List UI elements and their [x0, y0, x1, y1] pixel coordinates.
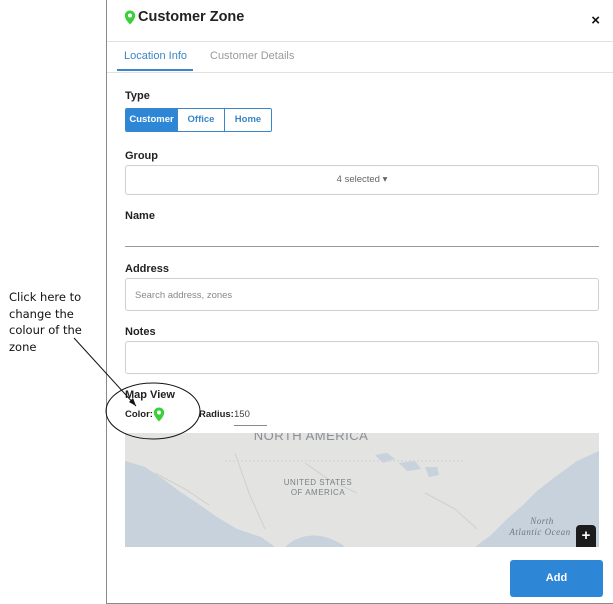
group-select[interactable]: 4 selected ▾: [125, 165, 599, 195]
map-pin-icon: [124, 10, 136, 25]
annotation-line: zone: [9, 339, 37, 354]
tab-location-info[interactable]: Location Info: [124, 50, 187, 62]
annotation-line: colour of the: [9, 323, 82, 337]
name-label: Name: [125, 210, 155, 222]
address-label: Address: [125, 263, 170, 275]
modal-title: Customer Zone: [138, 9, 245, 25]
type-option-customer[interactable]: Customer: [126, 109, 177, 131]
map-view[interactable]: NORTH AMERICA UNITED STATES OF AMERICA N…: [125, 433, 599, 547]
type-segmented-control: Customer Office Home: [125, 108, 272, 132]
type-label: Type: [125, 90, 150, 102]
map-label-country-line: UNITED STATES: [284, 478, 352, 487]
add-button[interactable]: Add: [510, 560, 603, 597]
notes-label: Notes: [125, 326, 156, 338]
customer-zone-modal: Customer Zone × Location Info Customer D…: [106, 0, 613, 604]
address-placeholder: Search address, zones: [135, 290, 233, 301]
map-label-ocean-line: North: [529, 516, 554, 526]
tab-customer-details[interactable]: Customer Details: [210, 50, 294, 62]
group-select-value: 4 selected ▾: [336, 174, 388, 185]
close-button[interactable]: ×: [591, 12, 600, 29]
map-view-label: Map View: [125, 389, 175, 401]
map-canvas: NORTH AMERICA UNITED STATES OF AMERICA N…: [125, 433, 599, 547]
type-option-office[interactable]: Office: [177, 109, 224, 131]
annotation-line: change the: [9, 306, 74, 321]
map-label-continent: NORTH AMERICA: [254, 433, 369, 443]
active-tab-indicator: [117, 69, 193, 71]
radius-underline: [234, 425, 267, 426]
annotation-line: Click here to: [9, 290, 82, 304]
color-label: Color:: [125, 409, 153, 420]
notes-input[interactable]: [125, 341, 599, 374]
tab-bar: Location Info Customer Details: [107, 42, 613, 73]
radius-label: Radius:: [199, 409, 234, 420]
radius-input[interactable]: 150: [234, 409, 250, 420]
type-option-home[interactable]: Home: [224, 109, 271, 131]
map-label-ocean-line: Atlantic Ocean: [508, 527, 570, 537]
address-input[interactable]: Search address, zones: [125, 278, 599, 311]
modal-header: Customer Zone ×: [107, 0, 613, 42]
annotation-callout: Click here to change the colour of the z…: [9, 289, 99, 355]
name-input[interactable]: [125, 228, 599, 247]
zone-color-picker-icon[interactable]: [153, 407, 165, 422]
group-label: Group: [125, 150, 158, 162]
map-label-country-line: OF AMERICA: [291, 488, 346, 497]
map-zoom-in-button[interactable]: +: [576, 525, 596, 547]
